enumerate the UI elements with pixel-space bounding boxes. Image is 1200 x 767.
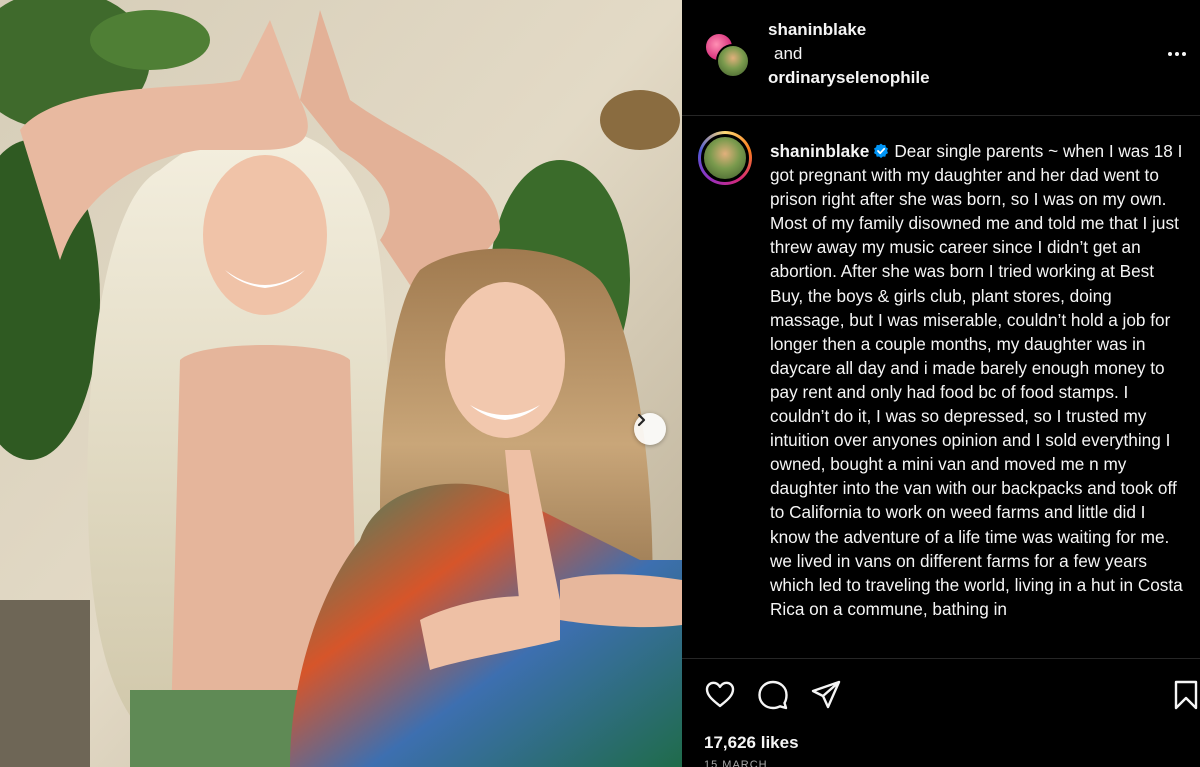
username-link[interactable]: ordinaryselenophile	[768, 66, 930, 90]
post-date: 15 MARCH	[704, 759, 768, 767]
post-photo	[0, 0, 682, 767]
photo-illustration	[0, 0, 682, 767]
caption-text: shaninblake Dear single parents ~ when I …	[770, 139, 1188, 621]
next-photo-button[interactable]	[634, 413, 666, 445]
heart-icon[interactable]	[704, 679, 736, 711]
caption-username[interactable]: shaninblake	[770, 141, 869, 161]
chevron-right-icon	[637, 413, 646, 427]
more-icon[interactable]	[1162, 42, 1192, 66]
caption-avatar[interactable]	[698, 131, 752, 185]
collab-avatars[interactable]	[704, 32, 750, 78]
share-icon[interactable]	[810, 679, 842, 711]
post-actions: 17,626 likes 15 MARCH	[682, 658, 1200, 767]
bookmark-icon[interactable]	[1170, 679, 1200, 711]
post-side-panel: shaninblake and ordinaryselenophile shan…	[682, 0, 1200, 767]
avatar[interactable]	[716, 44, 750, 78]
caption-section: shaninblake Dear single parents ~ when I …	[682, 117, 1200, 657]
comment-icon[interactable]	[757, 679, 789, 711]
verified-badge-icon	[874, 143, 889, 158]
caption-body: Dear single parents ~ when I was 18 I go…	[770, 141, 1183, 619]
post-header: shaninblake and ordinaryselenophile	[682, 0, 1200, 116]
likes-count[interactable]: 17,626 likes	[704, 733, 799, 753]
and-text: and	[774, 44, 803, 63]
collab-usernames: shaninblake and ordinaryselenophile	[768, 18, 930, 90]
username-link[interactable]: shaninblake	[768, 18, 930, 42]
